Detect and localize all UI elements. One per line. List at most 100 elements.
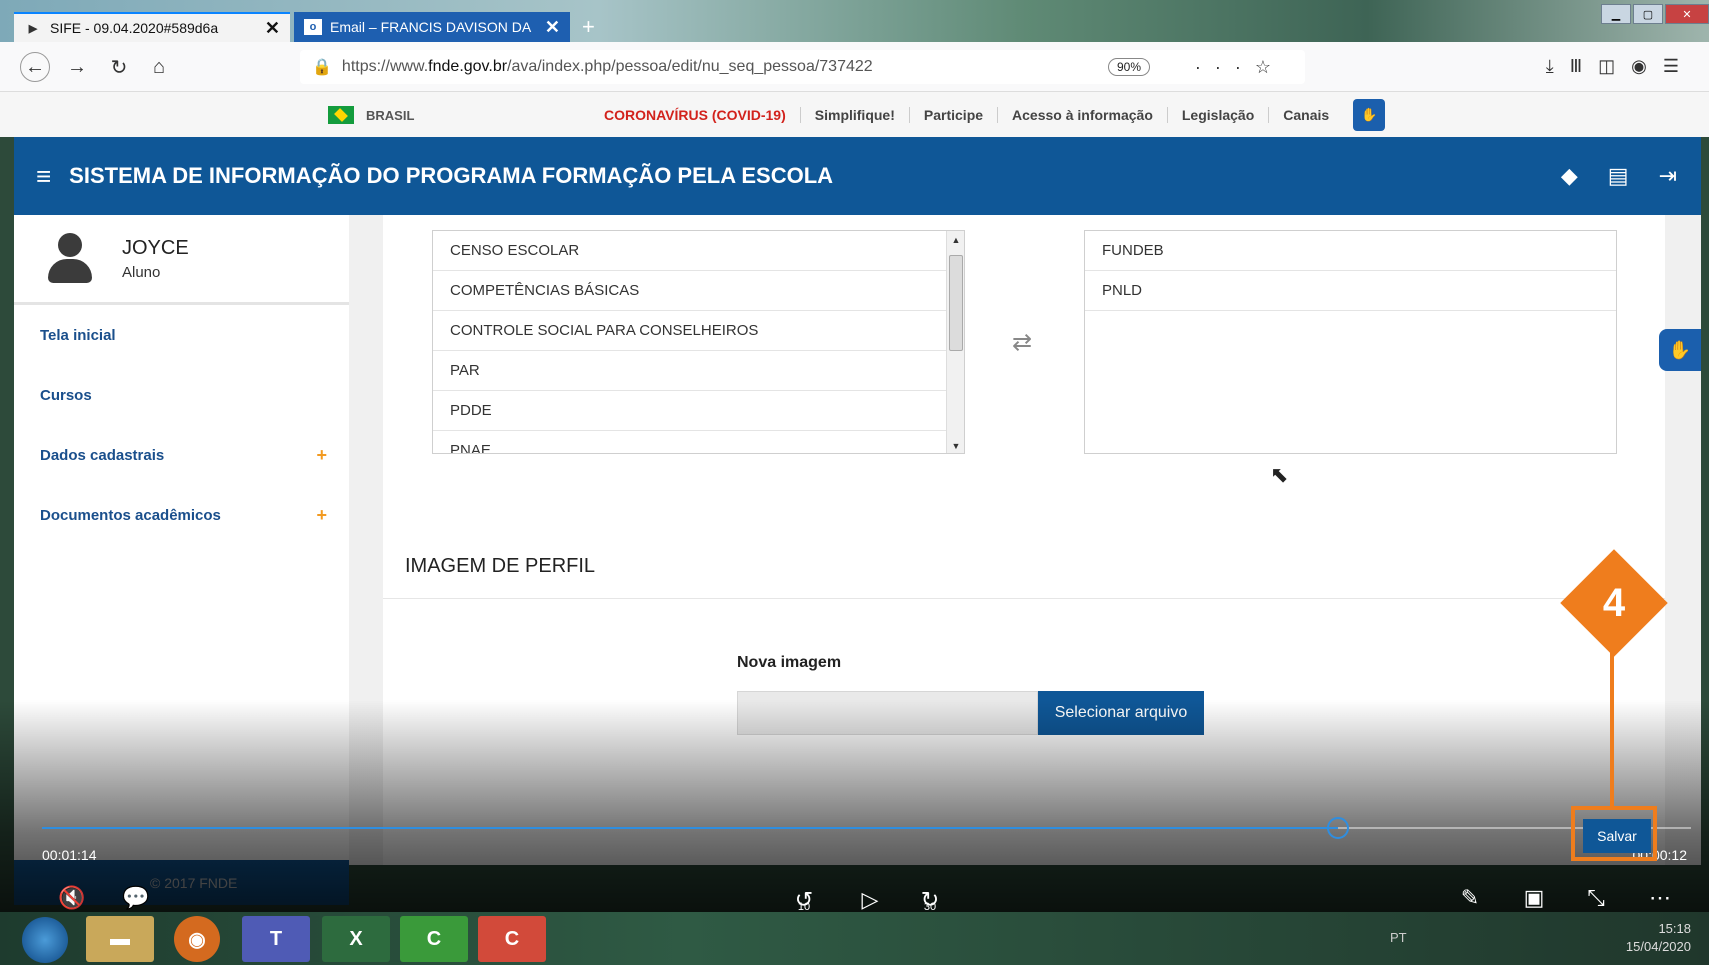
- camtasia-green-icon[interactable]: C: [400, 916, 468, 962]
- lock-icon: 🔒: [312, 59, 332, 76]
- sidebar-item-cursos[interactable]: Cursos: [14, 365, 349, 425]
- sidebar-item-documentos[interactable]: Documentos acadêmicos +: [14, 485, 349, 545]
- miniplayer-icon[interactable]: ▣: [1518, 882, 1550, 914]
- tab-title: Email – FRANCIS DAVISON DA: [330, 19, 532, 35]
- reload-icon[interactable]: ↻: [104, 52, 134, 82]
- list-item[interactable]: PDDE: [433, 391, 948, 431]
- user-role: Aluno: [122, 263, 161, 281]
- gov-link-simplifique[interactable]: Simplifique!: [801, 106, 910, 123]
- callout-line: [1610, 636, 1614, 808]
- system-clock[interactable]: 15:18 15/04/2020: [1626, 920, 1691, 956]
- address-bar[interactable]: 🔒 https://www.fnde.gov.br/ava/index.php/…: [300, 50, 1305, 84]
- accessibility-widget-icon[interactable]: ✋: [1659, 329, 1701, 371]
- current-time: 00:01:14: [42, 847, 97, 863]
- logout-icon[interactable]: ⇥: [1659, 163, 1677, 189]
- user-profile: JOYCE Aluno: [14, 215, 349, 305]
- camtasia-red-icon[interactable]: C: [478, 916, 546, 962]
- available-programs-list[interactable]: CENSO ESCOLAR COMPETÊNCIAS BÁSICAS CONTR…: [432, 230, 965, 454]
- list-item[interactable]: PAR: [433, 351, 948, 391]
- teams-icon[interactable]: T: [242, 916, 310, 962]
- list-item[interactable]: FUNDEB: [1085, 231, 1616, 271]
- sidebar-item-label: Cursos: [40, 386, 92, 404]
- video-progress-fill: [42, 827, 1339, 829]
- clock-date: 15/04/2020: [1625, 939, 1691, 954]
- windows-taskbar: ▬ ◉ T X C C PT 15:18 15/04/2020: [0, 912, 1709, 965]
- captions-icon[interactable]: 💬: [120, 882, 152, 914]
- clipboard-icon[interactable]: ▤: [1608, 163, 1629, 189]
- list-scrollbar[interactable]: ▲ ▼: [946, 231, 964, 453]
- brasil-label: BRASIL: [366, 107, 415, 123]
- browser-navbar: ← → ↻ ⌂ 🔒 https://www.fnde.gov.br/ava/in…: [0, 42, 1709, 92]
- language-indicator[interactable]: PT: [1390, 930, 1407, 945]
- gov-bar: BRASIL CORONAVÍRUS (COVID-19) Simplifiqu…: [0, 92, 1709, 137]
- sife-favicon-icon: ▶: [28, 22, 38, 35]
- file-explorer-icon[interactable]: ▬: [86, 916, 154, 962]
- gov-link-covid[interactable]: CORONAVÍRUS (COVID-19): [590, 106, 801, 123]
- select-file-button[interactable]: Selecionar arquivo: [1038, 691, 1204, 735]
- avatar: [44, 232, 96, 285]
- divider: [383, 598, 1665, 599]
- sidebar-item-label: Tela inicial: [40, 326, 116, 344]
- zoom-badge[interactable]: 90%: [1107, 58, 1150, 76]
- gov-link-canais[interactable]: Canais: [1269, 107, 1343, 123]
- clock-time: 15:18: [1658, 921, 1691, 936]
- excel-icon[interactable]: X: [322, 916, 390, 962]
- sidebar-item-tela-inicial[interactable]: Tela inicial: [14, 305, 349, 365]
- page-actions-icon[interactable]: ···☆: [1195, 57, 1285, 78]
- expand-plus-icon[interactable]: +: [316, 445, 327, 466]
- file-input[interactable]: [737, 691, 1038, 735]
- gov-link-legislacao[interactable]: Legislação: [1168, 106, 1270, 123]
- list-item[interactable]: PNLD: [1085, 271, 1616, 311]
- highlight-box: [1571, 806, 1657, 861]
- selected-programs-list[interactable]: FUNDEB PNLD: [1084, 230, 1617, 454]
- minimize-icon[interactable]: ▁: [1601, 4, 1631, 24]
- sidebar-item-label: Dados cadastrais: [40, 446, 165, 464]
- list-item[interactable]: CENSO ESCOLAR: [433, 231, 948, 271]
- browser-tab-email[interactable]: o Email – FRANCIS DAVISON DA ✕: [294, 12, 570, 42]
- home-icon[interactable]: ⌂: [144, 52, 174, 82]
- window-controls: ▁ ▢ ✕: [1601, 4, 1709, 24]
- list-item[interactable]: CONTROLE SOCIAL PARA CONSELHEIROS: [433, 311, 948, 351]
- browser-tab-sife[interactable]: ▶ SIFE - 09.04.2020#589d6a ✕: [14, 12, 290, 42]
- transfer-arrows-icon[interactable]: ⇄: [1012, 328, 1032, 357]
- pen-icon[interactable]: ✎: [1454, 882, 1486, 914]
- more-options-icon[interactable]: ⋯: [1644, 882, 1676, 914]
- toolbar-icons[interactable]: ⤓Ⅲ◫◉☰: [1546, 56, 1695, 77]
- menu-icon[interactable]: ≡: [36, 161, 51, 192]
- expand-plus-icon[interactable]: +: [316, 505, 327, 526]
- brasil-link[interactable]: BRASIL: [328, 106, 414, 124]
- list-item[interactable]: COMPETÊNCIAS BÁSICAS: [433, 271, 948, 311]
- header-actions: ◆ ▤ ⇥: [1561, 163, 1677, 189]
- close-window-icon[interactable]: ✕: [1665, 4, 1709, 24]
- gov-link-acesso[interactable]: Acesso à informação: [998, 106, 1168, 123]
- brazil-flag-icon: [328, 106, 354, 124]
- url-text: https://www.fnde.gov.br/ava/index.php/pe…: [341, 58, 873, 75]
- tab-title: SIFE - 09.04.2020#589d6a: [50, 20, 219, 36]
- user-name: JOYCE: [122, 236, 189, 259]
- mute-icon[interactable]: 🔇: [56, 882, 88, 914]
- gov-link-participe[interactable]: Participe: [910, 106, 999, 123]
- list-item[interactable]: PNAE: [433, 431, 948, 453]
- video-progress-thumb[interactable]: [1327, 817, 1350, 839]
- accessibility-icon[interactable]: ✋: [1353, 98, 1386, 131]
- layers-icon[interactable]: ◆: [1561, 163, 1578, 189]
- scroll-down-icon[interactable]: ▼: [947, 437, 964, 453]
- sidebar-item-dados-cadastrais[interactable]: Dados cadastrais +: [14, 425, 349, 485]
- close-tab-icon[interactable]: ✕: [545, 17, 560, 38]
- section-title: IMAGEM DE PERFIL: [405, 555, 596, 577]
- nova-imagem-label: Nova imagem: [737, 654, 842, 671]
- close-tab-icon[interactable]: ✕: [265, 18, 280, 39]
- start-button[interactable]: [22, 917, 68, 963]
- outlook-icon: o: [304, 19, 322, 35]
- sidebar-item-label: Documentos acadêmicos: [40, 506, 221, 524]
- collapse-icon[interactable]: ⤡: [1580, 882, 1612, 914]
- scroll-thumb[interactable]: [949, 255, 963, 351]
- new-tab-icon[interactable]: +: [582, 14, 595, 40]
- back-icon[interactable]: ←: [20, 52, 50, 82]
- gov-links: CORONAVÍRUS (COVID-19) Simplifique! Part…: [590, 92, 1386, 137]
- browser-tabbar: ▶ SIFE - 09.04.2020#589d6a ✕ o Email – F…: [0, 0, 1709, 42]
- forward-icon[interactable]: →: [62, 52, 92, 82]
- firefox-icon[interactable]: ◉: [174, 916, 220, 962]
- scroll-up-icon[interactable]: ▲: [947, 231, 964, 249]
- maximize-icon[interactable]: ▢: [1633, 4, 1663, 24]
